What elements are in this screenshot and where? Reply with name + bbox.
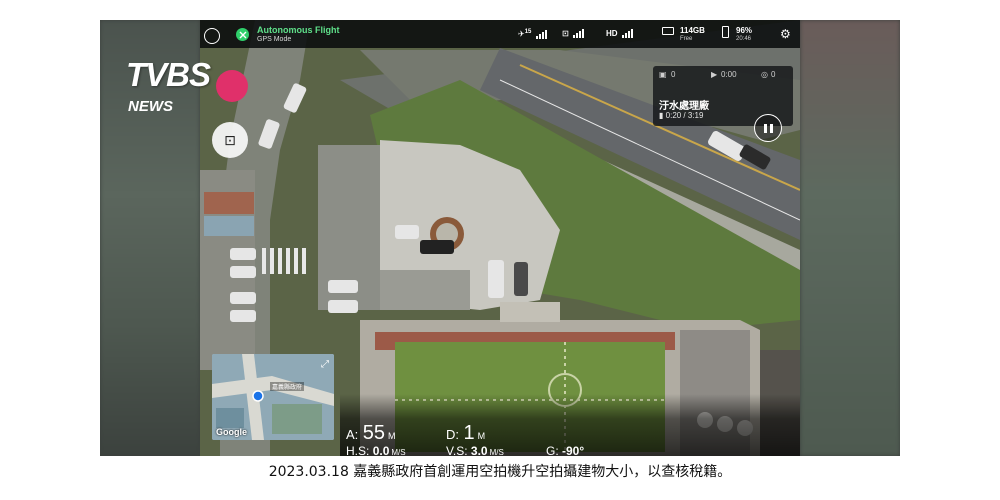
rc-signal-bars-icon (572, 29, 585, 38)
logo-main-text: TVBS (126, 56, 211, 93)
news-caption: 2023.03.18 嘉義縣政府首創運用空拍機升空拍攝建物大小，以查核稅籍。 (268, 464, 732, 480)
map-place-label: 嘉義縣政府 (270, 382, 305, 391)
horizontal-speed-readout: H.S: 0.0 M/S (346, 444, 406, 456)
satellite-count: 15 (524, 29, 532, 35)
video-frame: TVBS NEWS Autonomous Flight GPS Mode ✈15… (100, 20, 900, 456)
video-duration: 0:00 (721, 70, 737, 79)
controller-icon: ⊡ (224, 131, 236, 148)
map-provider-logo: Google (216, 427, 247, 437)
battery-indicator[interactable]: 96% 20:46 (722, 26, 752, 42)
record-button[interactable] (216, 70, 248, 102)
altitude-value: 55 (362, 422, 385, 444)
gps-signal-bars-icon (535, 29, 548, 39)
storage-indicator[interactable]: 114GB Free (662, 26, 705, 42)
battery-percent: 96% (736, 26, 753, 35)
controller-icon: ⊡ (562, 29, 569, 38)
location-name: 汙水處理廠 (659, 101, 709, 112)
rc-signal-indicator[interactable]: ⊡ (562, 29, 585, 38)
playback-time: ▮ 0:20 / 3:19 (659, 111, 703, 120)
vertical-speed-value: 3.0 (470, 444, 488, 456)
flight-mode-icon (236, 28, 249, 41)
other-count: 0 (771, 70, 776, 79)
video-icon: ▶ (711, 70, 718, 79)
battery-time: 20:46 (736, 36, 752, 42)
distance-value: 1 (463, 422, 475, 444)
blurred-background-right (800, 20, 900, 456)
flight-mode-title[interactable]: Autonomous Flight (257, 25, 339, 35)
video-signal-bars-icon (621, 29, 634, 38)
altitude-readout: A: 55 M (346, 422, 396, 444)
status-bar: Autonomous Flight GPS Mode ✈15 ⊡ HD 114G… (200, 20, 800, 48)
pause-button[interactable] (754, 114, 782, 142)
storage-label: Free (680, 36, 693, 42)
photo-count: 0 (671, 70, 676, 79)
camera-icon: ◎ (761, 70, 768, 79)
book-icon: ▮ (659, 111, 664, 120)
flight-mode-subtitle: GPS Mode (257, 36, 292, 43)
remote-controller-button[interactable]: ⊡ (212, 122, 248, 158)
satellite-icon: ✈ (518, 29, 525, 39)
battery-icon (722, 26, 729, 38)
gimbal-value: -90° (562, 444, 585, 456)
sd-card-icon (662, 26, 674, 35)
video-signal-indicator[interactable]: HD (606, 29, 634, 38)
expand-map-icon[interactable]: ⤢ (321, 359, 329, 370)
distance-readout: D: 1M (446, 422, 486, 444)
horizontal-speed-value: 0.0 (372, 444, 390, 456)
playback-time-text: 0:20 / 3:19 (665, 111, 704, 120)
vertical-speed-readout: V.S: 3.0 M/S (446, 444, 504, 456)
logo-sub-text: NEWS (128, 98, 173, 115)
minimap[interactable]: 嘉義縣政府 Google ⤢ (212, 354, 334, 440)
video-signal-label: HD (606, 29, 618, 38)
gimbal-readout: G: -90° (546, 444, 585, 456)
back-icon[interactable] (204, 28, 220, 44)
satellite-indicator[interactable]: ✈15 (518, 29, 548, 39)
settings-gear-icon[interactable]: ⚙ (780, 27, 791, 41)
storage-value: 114GB (680, 26, 705, 35)
photo-icon: ▣ (659, 70, 667, 79)
telemetry-bar: A: 55 M D: 1M H.S: 0.0 M/S V.S: 3.0 M/S G: … (340, 394, 800, 456)
